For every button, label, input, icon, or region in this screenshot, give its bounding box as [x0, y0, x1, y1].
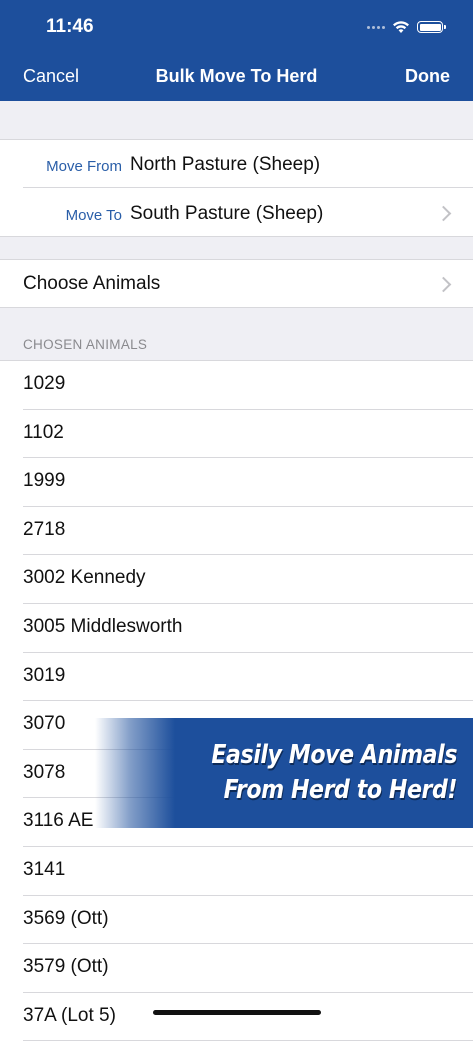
- animal-name: 3002 Kennedy: [23, 567, 146, 589]
- chosen-section-header: [0, 308, 473, 360]
- done-button[interactable]: Done: [405, 66, 450, 87]
- animal-name: 3070: [23, 713, 66, 735]
- chevron-right-icon: [435, 276, 452, 293]
- navigation-bar: 11:46 Cancel Bulk Move To Herd Done: [0, 0, 473, 101]
- section-header: CHOSEN ANIMALS: [23, 337, 148, 352]
- animal-name: 3005 Middlesworth: [23, 616, 183, 637]
- choose-animals-row[interactable]: Choose Animals: [0, 260, 473, 307]
- signal-icon: [367, 25, 385, 29]
- animal-name: 3569 (Ott): [23, 907, 109, 929]
- list-item[interactable]: 3579 (Ott): [0, 944, 473, 993]
- promo-line-2: From Herd to Herd!: [223, 775, 458, 805]
- list-item[interactable]: 1102: [0, 409, 473, 459]
- status-icons: [367, 18, 446, 36]
- wifi-icon: [393, 21, 409, 33]
- page-title: Bulk Move To Herd: [155, 66, 318, 86]
- choose-animals-label: Choose Animals: [23, 273, 161, 294]
- group-spacer: [0, 237, 473, 259]
- move-to-label: Move To: [65, 207, 122, 224]
- move-to-row[interactable]: Move To South Pasture (Sheep): [0, 188, 473, 236]
- promo-line-1: Easily Move Animals: [211, 740, 457, 770]
- list-item[interactable]: 1029: [0, 361, 473, 410]
- move-to-value: South Pasture (Sheep): [130, 203, 324, 224]
- list-item[interactable]: 3005 Middlesworth: [0, 604, 473, 653]
- animal-name: 3141: [23, 859, 66, 880]
- list-item[interactable]: 3002 Kennedy: [0, 555, 473, 604]
- group-spacer: [0, 101, 473, 140]
- move-from-value: North Pasture (Sheep): [130, 154, 321, 175]
- chevron-right-icon: [435, 205, 452, 222]
- animal-name: 3019: [23, 664, 66, 686]
- list-item[interactable]: 3569 (Ott): [0, 895, 473, 945]
- animal-name: 2718: [23, 518, 66, 540]
- animal-name: 3116 AE: [23, 810, 94, 832]
- animal-name: 37A (Lot 5): [23, 1004, 116, 1026]
- promo-banner: Easily Move Animals From Herd to Herd!: [95, 718, 473, 828]
- animal-name: 3579 (Ott): [23, 956, 109, 978]
- animal-name: 1029: [23, 373, 66, 394]
- list-item[interactable]: 1999: [0, 458, 473, 507]
- home-indicator: [153, 1010, 321, 1015]
- list-item[interactable]: 3141: [0, 847, 473, 896]
- promo-text: Easily Move Animals From Herd to Herd!: [211, 738, 457, 808]
- move-from-row: Move From North Pasture (Sheep): [0, 140, 473, 188]
- animal-name: 1999: [23, 470, 66, 492]
- list-item[interactable]: 3019: [0, 652, 473, 702]
- battery-icon: [417, 21, 446, 33]
- status-time: 11:46: [46, 16, 94, 37]
- animal-name: 3078: [23, 761, 66, 783]
- list-item[interactable]: 2718: [0, 506, 473, 556]
- list-item[interactable]: 37A (Lot 5): [0, 992, 473, 1041]
- move-from-label: Move From: [46, 158, 122, 175]
- animal-name: 1102: [23, 421, 64, 443]
